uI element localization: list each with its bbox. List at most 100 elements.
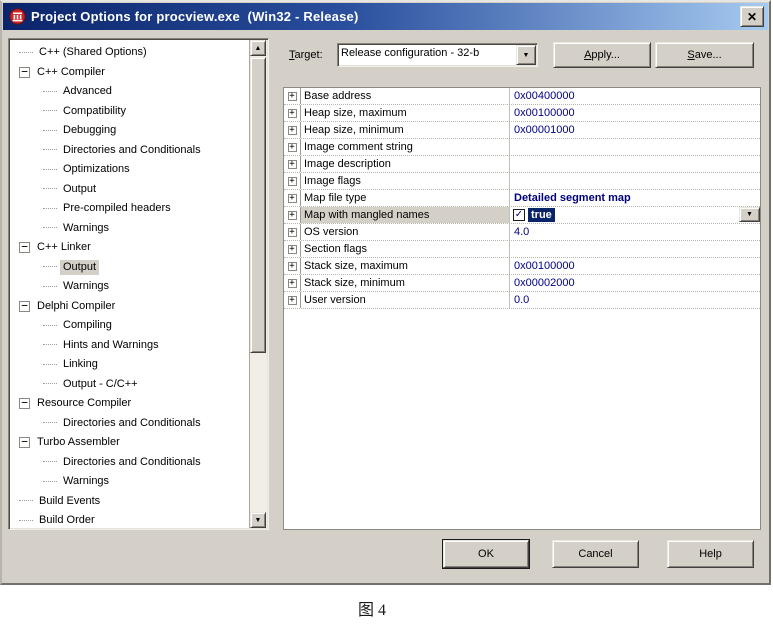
selected-value-text: true xyxy=(528,208,555,222)
property-value[interactable]: 0x00100000 xyxy=(510,105,760,121)
expand-plus-icon[interactable]: + xyxy=(288,262,297,271)
tree-item-warnings[interactable]: Warnings xyxy=(13,277,246,297)
expand-plus-icon[interactable]: + xyxy=(288,228,297,237)
tree-item-warnings[interactable]: Warnings xyxy=(13,219,246,239)
tree-item-label: Debugging xyxy=(60,123,119,138)
collapse-minus-icon[interactable]: − xyxy=(19,398,30,409)
ok-button[interactable]: OK xyxy=(443,540,529,568)
tree-item-linking[interactable]: Linking xyxy=(13,355,246,375)
tree-item-warnings[interactable]: Warnings xyxy=(13,472,246,492)
property-value[interactable]: 0.0 xyxy=(510,292,760,308)
property-row-image-comment-string[interactable]: +Image comment string xyxy=(284,139,760,156)
property-name: Base address xyxy=(301,88,510,104)
property-row-map-file-type[interactable]: +Map file typeDetailed segment map xyxy=(284,190,760,207)
target-dropdown-button[interactable]: ▼ xyxy=(516,45,536,65)
property-row-stack-size-minimum[interactable]: +Stack size, minimum0x00002000 xyxy=(284,275,760,292)
tree-item-label: Advanced xyxy=(60,84,115,99)
property-grid[interactable]: + Base address0x00400000+Heap size, maxim… xyxy=(283,87,761,530)
apply-button[interactable]: Apply... xyxy=(553,42,651,68)
expand-plus-icon[interactable]: + xyxy=(288,109,297,118)
scroll-down-button[interactable]: ▼ xyxy=(250,512,266,528)
property-value[interactable]: 0x00001000 xyxy=(510,122,760,138)
tree-item-build-events[interactable]: Build Events xyxy=(13,492,246,512)
tree-item-turbo-assembler[interactable]: −Turbo Assembler xyxy=(13,433,246,453)
scrollbar-thumb[interactable] xyxy=(250,57,266,353)
property-value[interactable]: 0x00100000 xyxy=(510,258,760,274)
tree-item-resource-compiler[interactable]: −Resource Compiler xyxy=(13,394,246,414)
property-name: Stack size, maximum xyxy=(301,258,510,274)
property-row-heap-size-maximum[interactable]: +Heap size, maximum0x00100000 xyxy=(284,105,760,122)
expand-cell: + xyxy=(284,224,301,240)
property-name: Section flags xyxy=(301,241,510,257)
tree-item-label: Warnings xyxy=(60,221,112,236)
property-value[interactable]: 0x00400000 xyxy=(510,88,760,104)
property-value[interactable] xyxy=(510,241,760,257)
property-name: Image flags xyxy=(301,173,510,189)
tree-item-build-order[interactable]: Build Order xyxy=(13,511,246,527)
expand-plus-icon[interactable]: + xyxy=(288,245,297,254)
tree-item-hints-and-warnings[interactable]: Hints and Warnings xyxy=(13,336,246,356)
collapse-minus-icon[interactable]: − xyxy=(19,67,30,78)
property-value[interactable] xyxy=(510,156,760,172)
tree-item-delphi-compiler[interactable]: −Delphi Compiler xyxy=(13,297,246,317)
help-button[interactable]: Help xyxy=(667,540,754,568)
property-row-image-description[interactable]: +Image description xyxy=(284,156,760,173)
collapse-minus-icon[interactable]: − xyxy=(19,242,30,253)
tree-item-compatibility[interactable]: Compatibility xyxy=(13,102,246,122)
tree-item-label: C++ Linker xyxy=(34,240,94,255)
expand-plus-icon[interactable]: + xyxy=(288,92,297,101)
tree-item-output-c-c[interactable]: Output - C/C++ xyxy=(13,375,246,395)
tree-item-output[interactable]: Output xyxy=(13,180,246,200)
tree-scrollbar[interactable]: ▲ ▼ xyxy=(249,40,267,528)
property-row-stack-size-maximum[interactable]: + Stack size, maximum0x00100000 xyxy=(284,258,760,275)
tree-item-c-compiler[interactable]: −C++ Compiler xyxy=(13,63,246,83)
value-dropdown-button[interactable]: ▼ xyxy=(739,207,760,222)
expand-plus-icon[interactable]: + xyxy=(288,279,297,288)
property-row-os-version[interactable]: +OS version4.0 xyxy=(284,224,760,241)
expand-cell: + xyxy=(284,156,301,172)
expand-plus-icon[interactable]: + xyxy=(288,296,297,305)
tree-item-advanced[interactable]: Advanced xyxy=(13,82,246,102)
property-row-map-with-mangled-names[interactable]: +Map with mangled names✓true▼ xyxy=(284,207,760,224)
tree-item-compiling[interactable]: Compiling xyxy=(13,316,246,336)
checkbox[interactable]: ✓ xyxy=(513,209,525,221)
tree-item-label: Linking xyxy=(60,357,101,372)
property-value[interactable] xyxy=(510,173,760,189)
collapse-minus-icon[interactable]: − xyxy=(19,301,30,312)
expand-plus-icon[interactable]: + xyxy=(288,177,297,186)
property-row-image-flags[interactable]: + Image flags xyxy=(284,173,760,190)
tree-item-pre-compiled-headers[interactable]: Pre-compiled headers xyxy=(13,199,246,219)
property-value[interactable]: 4.0 xyxy=(510,224,760,240)
property-value[interactable]: Detailed segment map xyxy=(510,190,760,206)
tree-item-output[interactable]: Output xyxy=(13,258,246,278)
tree-item-optimizations[interactable]: Optimizations xyxy=(13,160,246,180)
scroll-up-button[interactable]: ▲ xyxy=(250,40,266,56)
tree-item-directories-and-conditionals[interactable]: Directories and Conditionals xyxy=(13,453,246,473)
tree-item-directories-and-conditionals[interactable]: Directories and Conditionals xyxy=(13,141,246,161)
property-row-heap-size-minimum[interactable]: +Heap size, minimum0x00001000 xyxy=(284,122,760,139)
tree-item-label: Turbo Assembler xyxy=(34,435,123,450)
expand-plus-icon[interactable]: + xyxy=(288,194,297,203)
property-row-user-version[interactable]: +User version0.0 xyxy=(284,292,760,309)
cancel-button[interactable]: Cancel xyxy=(552,540,639,568)
expand-plus-icon[interactable]: + xyxy=(288,126,297,135)
tree-connector xyxy=(43,461,57,463)
tree-item-directories-and-conditionals[interactable]: Directories and Conditionals xyxy=(13,414,246,434)
tree-item-debugging[interactable]: Debugging xyxy=(13,121,246,141)
expand-plus-icon[interactable]: + xyxy=(288,211,297,220)
property-row-section-flags[interactable]: + Section flags xyxy=(284,241,760,258)
expand-plus-icon[interactable]: + xyxy=(288,160,297,169)
property-value[interactable] xyxy=(510,139,760,155)
target-combobox[interactable]: Release configuration - 32-b ▼ xyxy=(337,43,538,67)
collapse-minus-icon[interactable]: − xyxy=(19,437,30,448)
title-bar[interactable]: Project Options for procview.exe (Win32 … xyxy=(3,3,768,30)
save-button[interactable]: Save... xyxy=(655,42,754,68)
tree-item-c-linker[interactable]: −C++ Linker xyxy=(13,238,246,258)
property-row-base-address[interactable]: + Base address0x00400000 xyxy=(284,88,760,105)
expand-plus-icon[interactable]: + xyxy=(288,143,297,152)
close-button[interactable]: ✕ xyxy=(740,6,764,27)
property-value[interactable]: ✓true ▼ xyxy=(510,207,760,223)
options-tree[interactable]: C++ (Shared Options)−C++ CompilerAdvance… xyxy=(8,38,269,530)
tree-item-c-shared-options[interactable]: C++ (Shared Options) xyxy=(13,43,246,63)
property-value[interactable]: 0x00002000 xyxy=(510,275,760,291)
